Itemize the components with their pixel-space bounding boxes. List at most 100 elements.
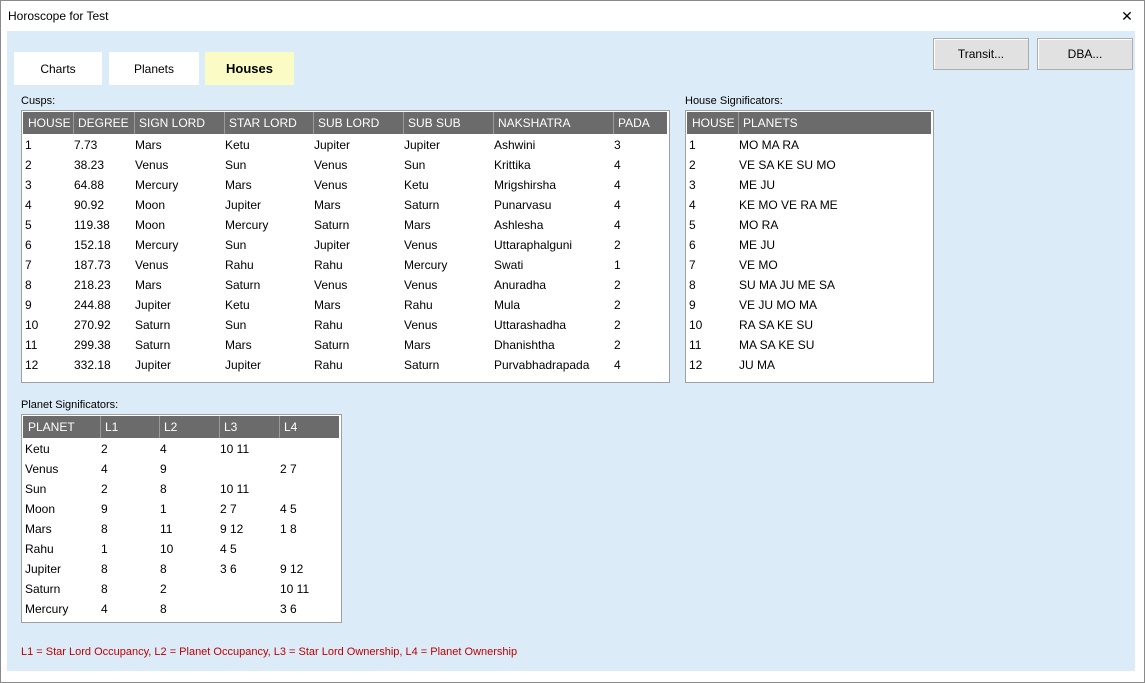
table-cell: JU MA xyxy=(739,358,775,372)
planet-significators-label: Planet Significators: xyxy=(21,399,119,411)
table-cell: Jupiter xyxy=(25,562,62,576)
table-cell: 187.73 xyxy=(74,258,111,272)
column-header[interactable]: DEGREE xyxy=(73,112,134,134)
table-cell: 11 xyxy=(689,338,702,352)
table-cell: Venus xyxy=(25,462,59,476)
table-cell: Jupiter xyxy=(314,138,351,152)
column-header[interactable]: SUB SUB LORD xyxy=(403,112,493,152)
column-header[interactable]: PLANETS xyxy=(738,112,931,134)
table-cell: Uttaraphalguni xyxy=(494,238,573,252)
table-cell: Saturn xyxy=(404,358,440,372)
table-cell: 6 xyxy=(25,238,32,252)
table-cell: 2 xyxy=(101,442,108,456)
table-cell: Moon xyxy=(135,218,166,232)
title-bar: Horoscope for Test ✕ xyxy=(1,1,1144,31)
column-header[interactable]: L2 xyxy=(159,416,219,438)
column-header[interactable]: STAR LORD xyxy=(224,112,313,134)
table-cell: Jupiter xyxy=(135,298,172,312)
table-cell: Venus xyxy=(314,178,348,192)
table-cell: 4 xyxy=(614,358,621,372)
table-cell: 10 11 xyxy=(220,482,250,496)
table-cell: Saturn xyxy=(25,582,61,596)
column-header[interactable]: L1 xyxy=(100,416,159,438)
table-cell: Jupiter xyxy=(314,238,351,252)
cusps-label: Cusps: xyxy=(21,95,56,107)
column-header[interactable]: HOUSE xyxy=(688,112,738,134)
table-cell: Mars xyxy=(314,298,341,312)
table-cell: Moon xyxy=(25,502,56,516)
table-cell: Dhanishtha xyxy=(494,338,555,352)
table-cell: 119.38 xyxy=(74,218,110,232)
column-header[interactable]: SIGN LORD xyxy=(134,112,224,134)
table-cell: Sun xyxy=(225,158,247,172)
table-cell: 4 xyxy=(25,198,32,212)
table-cell: 4 xyxy=(101,462,108,476)
table-cell: 1 xyxy=(101,542,108,556)
column-header[interactable]: PADA xyxy=(613,112,667,134)
table-cell: 2 7 xyxy=(220,502,237,516)
planet-significators-table[interactable]: PLANET L1 L2 L3 L4 Ketu 2 4 10 11 Venus 4 9 2 7 Sun 2 8… xyxy=(21,414,342,623)
column-header[interactable]: NAKSHATRA xyxy=(493,112,613,134)
table-cell: 2 xyxy=(614,278,621,292)
table-cell: 2 xyxy=(689,158,696,172)
transit-button[interactable]: Transit... xyxy=(933,38,1029,70)
tab-houses[interactable]: Houses xyxy=(205,52,294,85)
table-cell: Ashlesha xyxy=(494,218,544,232)
table-cell: Sun xyxy=(225,318,247,332)
table-cell: Venus xyxy=(135,258,169,272)
table-cell: Sun xyxy=(25,482,47,496)
table-cell: 9 xyxy=(160,462,167,476)
table-cell: MA SA KE SU xyxy=(739,338,815,352)
table-cell: Venus xyxy=(404,278,438,292)
table-cell: Purvabhadrapada xyxy=(494,358,590,372)
table-cell: 8 xyxy=(160,482,167,496)
column-header[interactable]: L3 xyxy=(219,416,279,438)
table-cell: Ketu xyxy=(25,442,50,456)
table-cell: 218.23 xyxy=(74,278,111,292)
close-button[interactable]: ✕ xyxy=(1110,1,1144,31)
column-header[interactable]: HOUSE xyxy=(24,112,73,134)
dba-button[interactable]: DBA... xyxy=(1037,38,1133,70)
table-cell: 8 xyxy=(160,602,167,616)
table-cell: Rahu xyxy=(25,542,54,556)
table-header: HOUSE DEGREE SIGN LORD STAR LORD SUB LORD SUB… xyxy=(23,112,667,152)
table-cell: 1 xyxy=(25,138,32,152)
table-cell: ME JU xyxy=(739,178,775,192)
table-cell: Venus xyxy=(314,158,348,172)
tab-label: Planets xyxy=(133,62,175,76)
table-cell: 9 12 xyxy=(280,562,304,576)
table-cell: Uttarashadha xyxy=(494,318,567,332)
table-cell: 2 xyxy=(614,318,621,332)
table-cell: Ketu xyxy=(225,298,250,312)
table-cell: 1 xyxy=(689,138,696,152)
table-cell: 3 xyxy=(689,178,696,192)
table-cell: VE JU MO MA xyxy=(739,298,818,312)
table-cell: Venus xyxy=(404,318,438,332)
table-cell: 299.38 xyxy=(74,338,111,352)
table-cell: Mars xyxy=(225,178,252,192)
house-significators-table[interactable]: HOUSE PLANETS 1 MO MA RA 2 VE SA KE SU MO 3 ME … xyxy=(685,110,934,383)
column-header[interactable]: PLANET xyxy=(24,416,100,438)
table-cell: 38.23 xyxy=(74,158,105,172)
table-cell: 7.73 xyxy=(74,138,98,152)
table-cell: Jupiter xyxy=(404,138,441,152)
table-cell: Saturn xyxy=(404,198,440,212)
table-cell: Mars xyxy=(404,338,431,352)
table-cell: ME JU xyxy=(739,238,775,252)
table-cell: Rahu xyxy=(404,298,433,312)
dba-label: DBA... xyxy=(1067,47,1103,61)
table-cell: 4 xyxy=(614,158,621,172)
table-cell: 12 xyxy=(25,358,39,372)
table-cell: 10 11 xyxy=(220,442,250,456)
column-header[interactable]: L4 xyxy=(279,416,339,438)
table-cell: 4 xyxy=(101,602,108,616)
transit-label: Transit... xyxy=(957,47,1005,61)
table-cell: 90.92 xyxy=(74,198,105,212)
table-cell: 5 xyxy=(689,218,696,232)
table-cell: 152.18 xyxy=(74,238,111,252)
tab-planets[interactable]: Planets xyxy=(109,52,199,85)
tab-label: Charts xyxy=(40,62,76,76)
tab-charts[interactable]: Charts xyxy=(14,52,102,85)
column-header[interactable]: SUB LORD xyxy=(313,112,403,134)
cusps-table[interactable]: HOUSE DEGREE SIGN LORD STAR LORD SUB LORD SUB… xyxy=(21,110,670,383)
